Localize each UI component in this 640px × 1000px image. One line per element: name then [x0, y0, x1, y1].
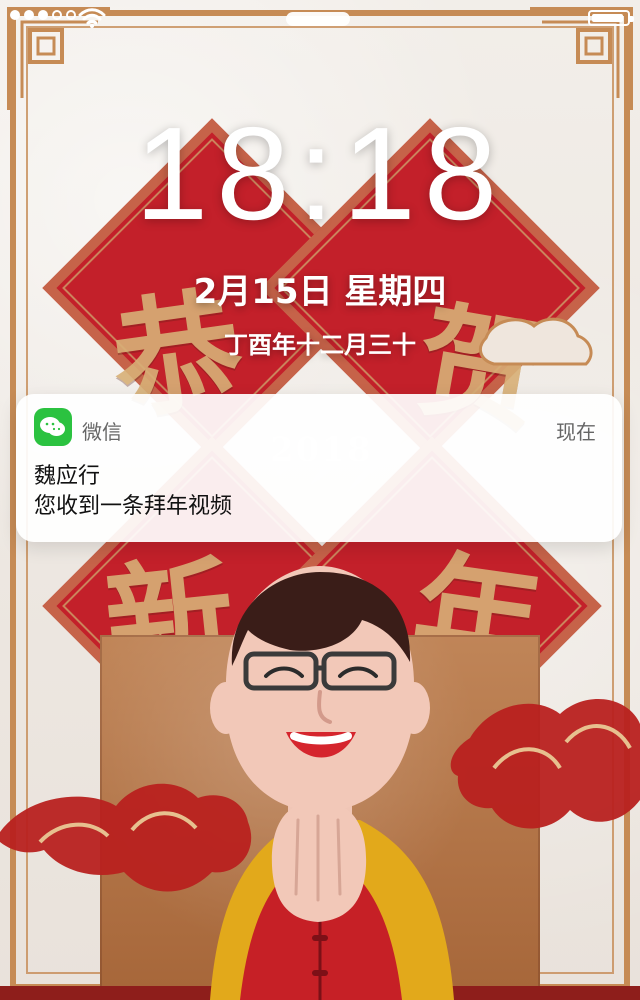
battery-level	[592, 14, 623, 22]
signal-dot	[52, 10, 62, 20]
wechat-glyph-icon	[40, 417, 65, 436]
notification-time: 现在	[556, 420, 596, 444]
signal-dot	[38, 10, 48, 20]
notification-sender: 魏应行	[34, 464, 101, 489]
top-pill-indicator	[286, 12, 350, 26]
wechat-notification[interactable]: 微信 现在 魏应行 您收到一条拜年视频	[16, 394, 622, 542]
clock-lunar-date: 丁酉年十二月三十	[224, 331, 416, 359]
signal-dot	[24, 10, 34, 20]
cell-signal	[10, 10, 76, 20]
wifi-icon	[78, 8, 106, 28]
status-bar	[0, 0, 640, 36]
signal-dot	[10, 10, 20, 20]
notification-app-name: 微信	[82, 420, 122, 444]
bottom-red-bar	[0, 986, 640, 1000]
battery-icon	[588, 10, 634, 26]
wechat-icon	[34, 408, 72, 446]
clock-date: 2月15日 星期四	[193, 272, 447, 312]
gold-panel	[100, 635, 540, 1000]
notification-header: 微信 现在	[16, 394, 622, 458]
signal-dot	[66, 10, 76, 20]
lockscreen-clock: 18:18 2月15日 星期四 丁酉年十二月三十	[0, 108, 640, 360]
notification-message: 您收到一条拜年视频	[34, 494, 233, 519]
clock-time: 18:18	[134, 100, 506, 247]
